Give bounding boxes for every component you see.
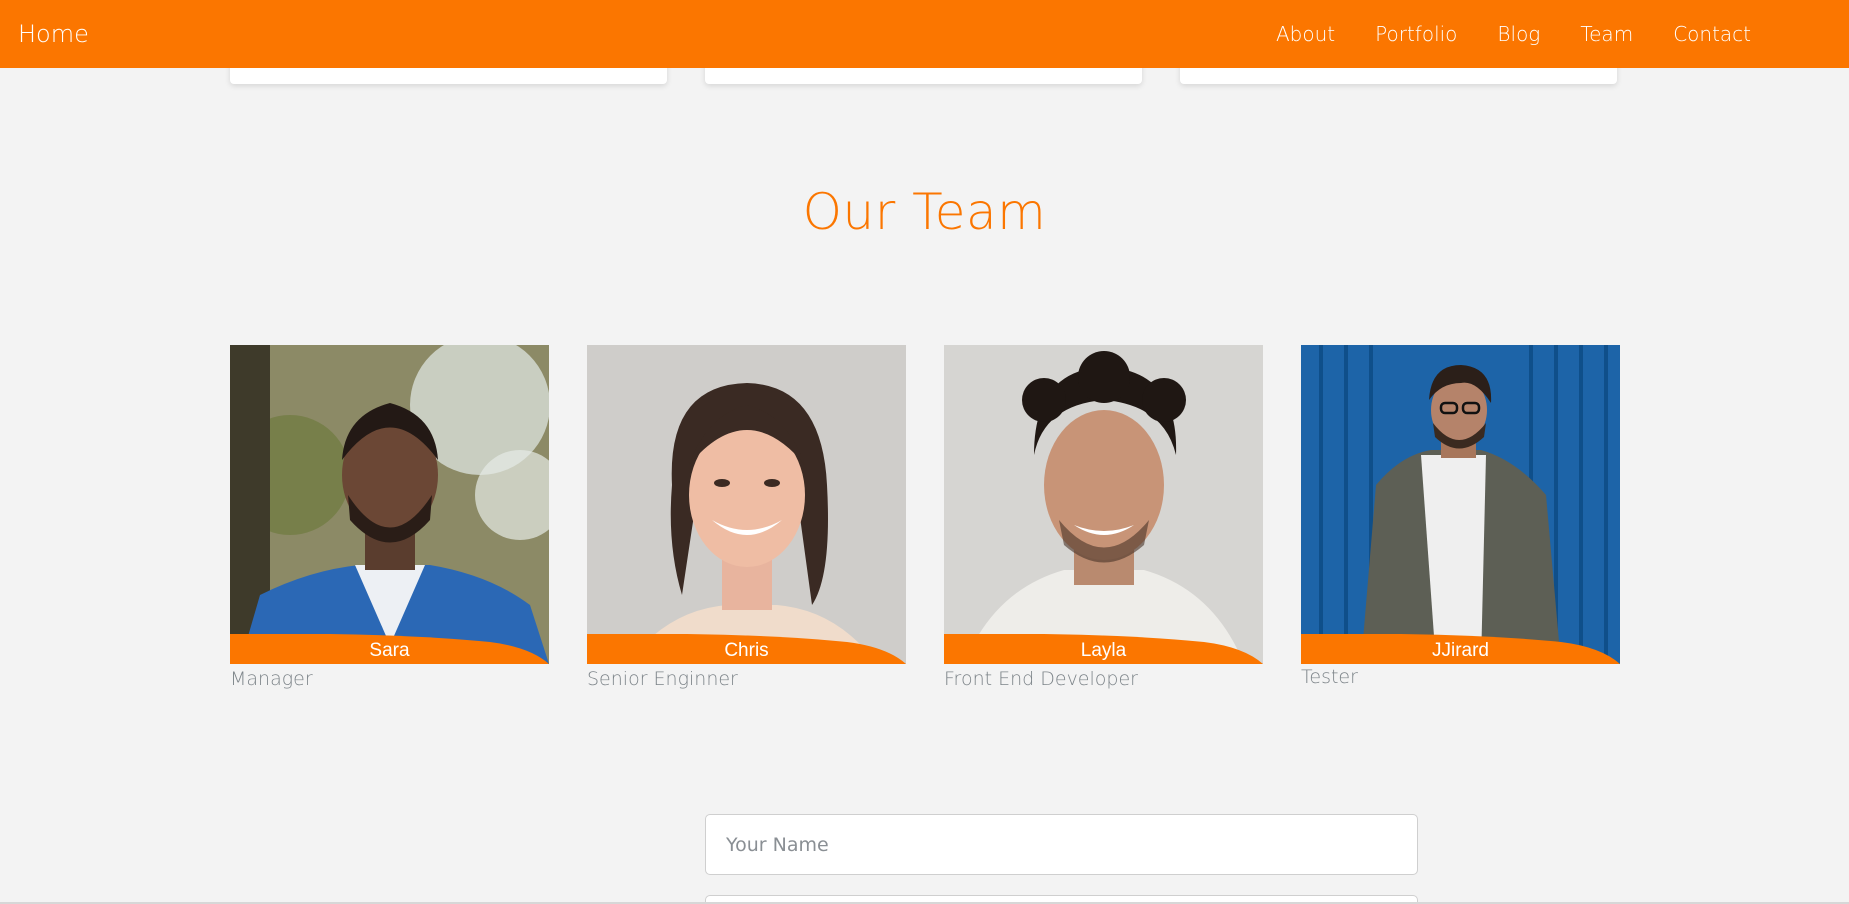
member-photo: Layla [944, 345, 1263, 664]
nav-contact-link[interactable]: Contact [1653, 22, 1771, 46]
portrait-layla-image [944, 345, 1263, 664]
member-name: Chris [724, 640, 769, 661]
nav-team-link[interactable]: Team [1560, 22, 1653, 46]
name-band: Sara [230, 634, 549, 664]
portrait-jjirard-image [1301, 345, 1620, 664]
member-name: Layla [1080, 640, 1127, 661]
member-name: JJirard [1431, 640, 1489, 661]
member-role: Front End Developer [944, 668, 1138, 690]
nav-about-link[interactable]: About [1256, 22, 1355, 46]
name-band: Layla [944, 634, 1263, 664]
team-grid: Sara Manager Chris Senior Enginner Layla… [230, 345, 1620, 690]
portrait-chris-image [587, 345, 906, 664]
nav-portfolio-link[interactable]: Portfolio [1355, 22, 1477, 46]
name-band: JJirard [1301, 634, 1620, 664]
member-role: Senior Enginner [587, 668, 738, 690]
home-link[interactable]: Home [18, 20, 89, 48]
team-member-card: JJirard Tester [1301, 345, 1620, 690]
your-name-input[interactable] [705, 814, 1418, 875]
name-band: Chris [587, 634, 906, 664]
top-navbar: Home About Portfolio Blog Team Contact [0, 0, 1849, 68]
team-section-title: Our Team [802, 183, 1047, 241]
member-name: Sara [369, 640, 410, 661]
team-member-card: Layla Front End Developer [944, 345, 1263, 690]
member-photo: Chris [587, 345, 906, 664]
member-role: Manager [230, 668, 313, 690]
portrait-sara-image [230, 345, 549, 664]
team-member-card: Chris Senior Enginner [587, 345, 906, 690]
member-photo: JJirard [1301, 345, 1620, 664]
member-photo: Sara [230, 345, 549, 664]
nav-links: About Portfolio Blog Team Contact [1256, 22, 1771, 46]
team-member-card: Sara Manager [230, 345, 549, 690]
nav-blog-link[interactable]: Blog [1477, 22, 1560, 46]
member-role: Tester [1301, 666, 1358, 688]
